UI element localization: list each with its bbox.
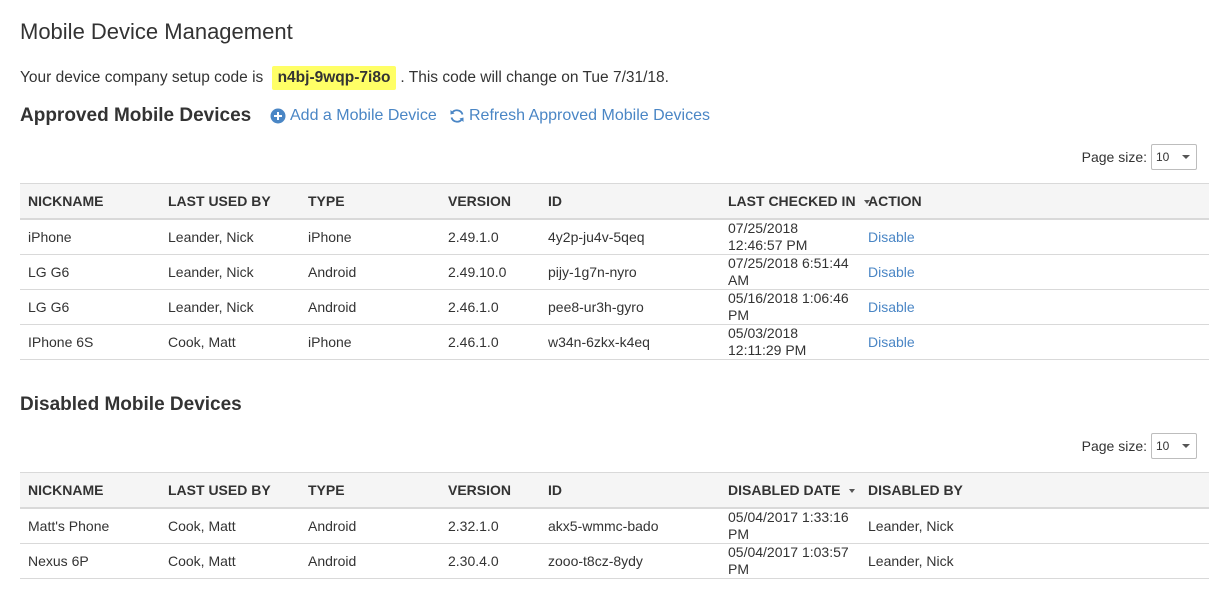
- column-header-id[interactable]: ID: [540, 472, 720, 509]
- column-header-last-used-by[interactable]: LAST USED BY: [160, 183, 300, 220]
- add-mobile-device-link[interactable]: Add a Mobile Device: [270, 107, 437, 125]
- plus-circle-icon: [270, 108, 286, 124]
- column-header-version[interactable]: VERSION: [440, 183, 540, 220]
- page-size-label: Page size:: [1081, 438, 1147, 454]
- cell-action: Disable: [860, 219, 1209, 255]
- disable-link[interactable]: Disable: [868, 334, 915, 350]
- cell-last-used-by: Leander, Nick: [160, 254, 300, 290]
- column-header-id[interactable]: ID: [540, 183, 720, 220]
- cell-last-checked-in: 05/16/2018 1:06:46 PM: [720, 289, 860, 325]
- cell-last-used-by: Cook, Matt: [160, 324, 300, 360]
- cell-last-used-by: Leander, Nick: [160, 289, 300, 325]
- cell-disabled-by: Leander, Nick: [860, 508, 1209, 544]
- cell-type: Android: [300, 289, 440, 325]
- cell-disabled-date: 05/04/2017 1:33:16 PM: [720, 508, 860, 544]
- cell-id: pijy-1g7n-nyro: [540, 254, 720, 290]
- table-row: Nexus 6P Cook, Matt Android 2.30.4.0 zoo…: [20, 543, 1209, 579]
- disable-link[interactable]: Disable: [868, 299, 915, 315]
- approved-page-size-select[interactable]: 10: [1151, 144, 1197, 170]
- cell-type: Android: [300, 543, 440, 579]
- cell-version: 2.49.10.0: [440, 254, 540, 290]
- cell-last-checked-in: 05/03/2018 12:11:29 PM: [720, 324, 860, 360]
- column-header-type[interactable]: TYPE: [300, 472, 440, 509]
- caret-down-icon: [1182, 444, 1190, 448]
- page-title: Mobile Device Management: [20, 19, 293, 44]
- cell-last-checked-in: 07/25/2018 6:51:44 AM: [720, 254, 860, 290]
- approved-section-title: Approved Mobile Devices: [20, 105, 252, 126]
- column-header-type[interactable]: TYPE: [300, 183, 440, 220]
- cell-type: iPhone: [300, 324, 440, 360]
- column-header-disabled-by[interactable]: DISABLED BY: [860, 472, 1209, 509]
- setup-code-prefix: Your device company setup code is: [20, 69, 264, 86]
- column-header-action[interactable]: ACTION: [860, 183, 1209, 220]
- add-mobile-device-label: Add a Mobile Device: [290, 107, 437, 124]
- cell-version: 2.46.1.0: [440, 324, 540, 360]
- column-header-nickname[interactable]: NICKNAME: [20, 472, 160, 509]
- cell-id: zooo-t8cz-8ydy: [540, 543, 720, 579]
- approved-page-size: Page size: 10: [1082, 144, 1197, 170]
- cell-action: Disable: [860, 254, 1209, 290]
- cell-type: Android: [300, 254, 440, 290]
- page-size-label: Page size:: [1081, 149, 1147, 165]
- table-row: IPhone 6S Cook, Matt iPhone 2.46.1.0 w34…: [20, 324, 1209, 360]
- cell-nickname: Nexus 6P: [20, 543, 160, 579]
- table-header-row: NICKNAME LAST USED BY TYPE VERSION ID DI…: [20, 472, 1209, 509]
- setup-code: n4bj-9wqp-7i8o: [271, 66, 397, 90]
- cell-last-used-by: Cook, Matt: [160, 543, 300, 579]
- setup-code-line: Your device company setup code is n4bj-9…: [20, 66, 669, 90]
- approved-devices-table: NICKNAME LAST USED BY TYPE VERSION ID LA…: [20, 183, 1209, 360]
- cell-disabled-date: 05/04/2017 1:03:57 PM: [720, 543, 860, 579]
- cell-nickname: LG G6: [20, 254, 160, 290]
- disable-link[interactable]: Disable: [868, 264, 915, 280]
- table-row: LG G6 Leander, Nick Android 2.49.10.0 pi…: [20, 254, 1209, 290]
- column-header-disabled-date-label: DISABLED DATE: [728, 482, 841, 498]
- column-header-last-checked-in[interactable]: LAST CHECKED IN: [720, 183, 870, 220]
- refresh-icon: [450, 109, 464, 123]
- cell-disabled-by: Leander, Nick: [860, 543, 1209, 579]
- disabled-page-size-select[interactable]: 10: [1151, 433, 1197, 459]
- cell-id: w34n-6zkx-k4eq: [540, 324, 720, 360]
- setup-code-suffix: . This code will change on Tue 7/31/18.: [400, 69, 669, 86]
- disabled-section-title: Disabled Mobile Devices: [20, 394, 242, 415]
- disabled-devices-table: NICKNAME LAST USED BY TYPE VERSION ID DI…: [20, 472, 1209, 579]
- column-header-last-checked-in-label: LAST CHECKED IN: [728, 193, 856, 209]
- cell-id: pee8-ur3h-gyro: [540, 289, 720, 325]
- disabled-page-size: Page size: 10: [1082, 433, 1197, 459]
- cell-type: Android: [300, 508, 440, 544]
- refresh-approved-devices-link[interactable]: Refresh Approved Mobile Devices: [449, 107, 710, 125]
- cell-id: akx5-wmmc-bado: [540, 508, 720, 544]
- cell-id: 4y2p-ju4v-5qeq: [540, 219, 720, 255]
- cell-type: iPhone: [300, 219, 440, 255]
- cell-last-used-by: Leander, Nick: [160, 219, 300, 255]
- page-size-value: 10: [1156, 439, 1170, 453]
- cell-action: Disable: [860, 324, 1209, 360]
- caret-down-icon: [1182, 155, 1190, 159]
- column-header-last-used-by[interactable]: LAST USED BY: [160, 472, 300, 509]
- page-size-value: 10: [1156, 150, 1170, 164]
- table-header-row: NICKNAME LAST USED BY TYPE VERSION ID LA…: [20, 183, 1209, 220]
- cell-last-checked-in: 07/25/2018 12:46:57 PM: [720, 219, 860, 255]
- cell-version: 2.46.1.0: [440, 289, 540, 325]
- cell-nickname: iPhone: [20, 219, 160, 255]
- disable-link[interactable]: Disable: [868, 229, 915, 245]
- column-header-nickname[interactable]: NICKNAME: [20, 183, 160, 220]
- column-header-version[interactable]: VERSION: [440, 472, 540, 509]
- cell-nickname: LG G6: [20, 289, 160, 325]
- cell-version: 2.49.1.0: [440, 219, 540, 255]
- table-row: Matt's Phone Cook, Matt Android 2.32.1.0…: [20, 508, 1209, 544]
- cell-version: 2.32.1.0: [440, 508, 540, 544]
- refresh-approved-devices-label: Refresh Approved Mobile Devices: [469, 107, 711, 124]
- cell-action: Disable: [860, 289, 1209, 325]
- table-row: LG G6 Leander, Nick Android 2.46.1.0 pee…: [20, 289, 1209, 325]
- column-header-disabled-date[interactable]: DISABLED DATE: [720, 472, 860, 509]
- table-row: iPhone Leander, Nick iPhone 2.49.1.0 4y2…: [20, 219, 1209, 255]
- sort-desc-icon: [848, 489, 855, 494]
- cell-version: 2.30.4.0: [440, 543, 540, 579]
- cell-nickname: Matt's Phone: [20, 508, 160, 544]
- cell-last-used-by: Cook, Matt: [160, 508, 300, 544]
- cell-nickname: IPhone 6S: [20, 324, 160, 360]
